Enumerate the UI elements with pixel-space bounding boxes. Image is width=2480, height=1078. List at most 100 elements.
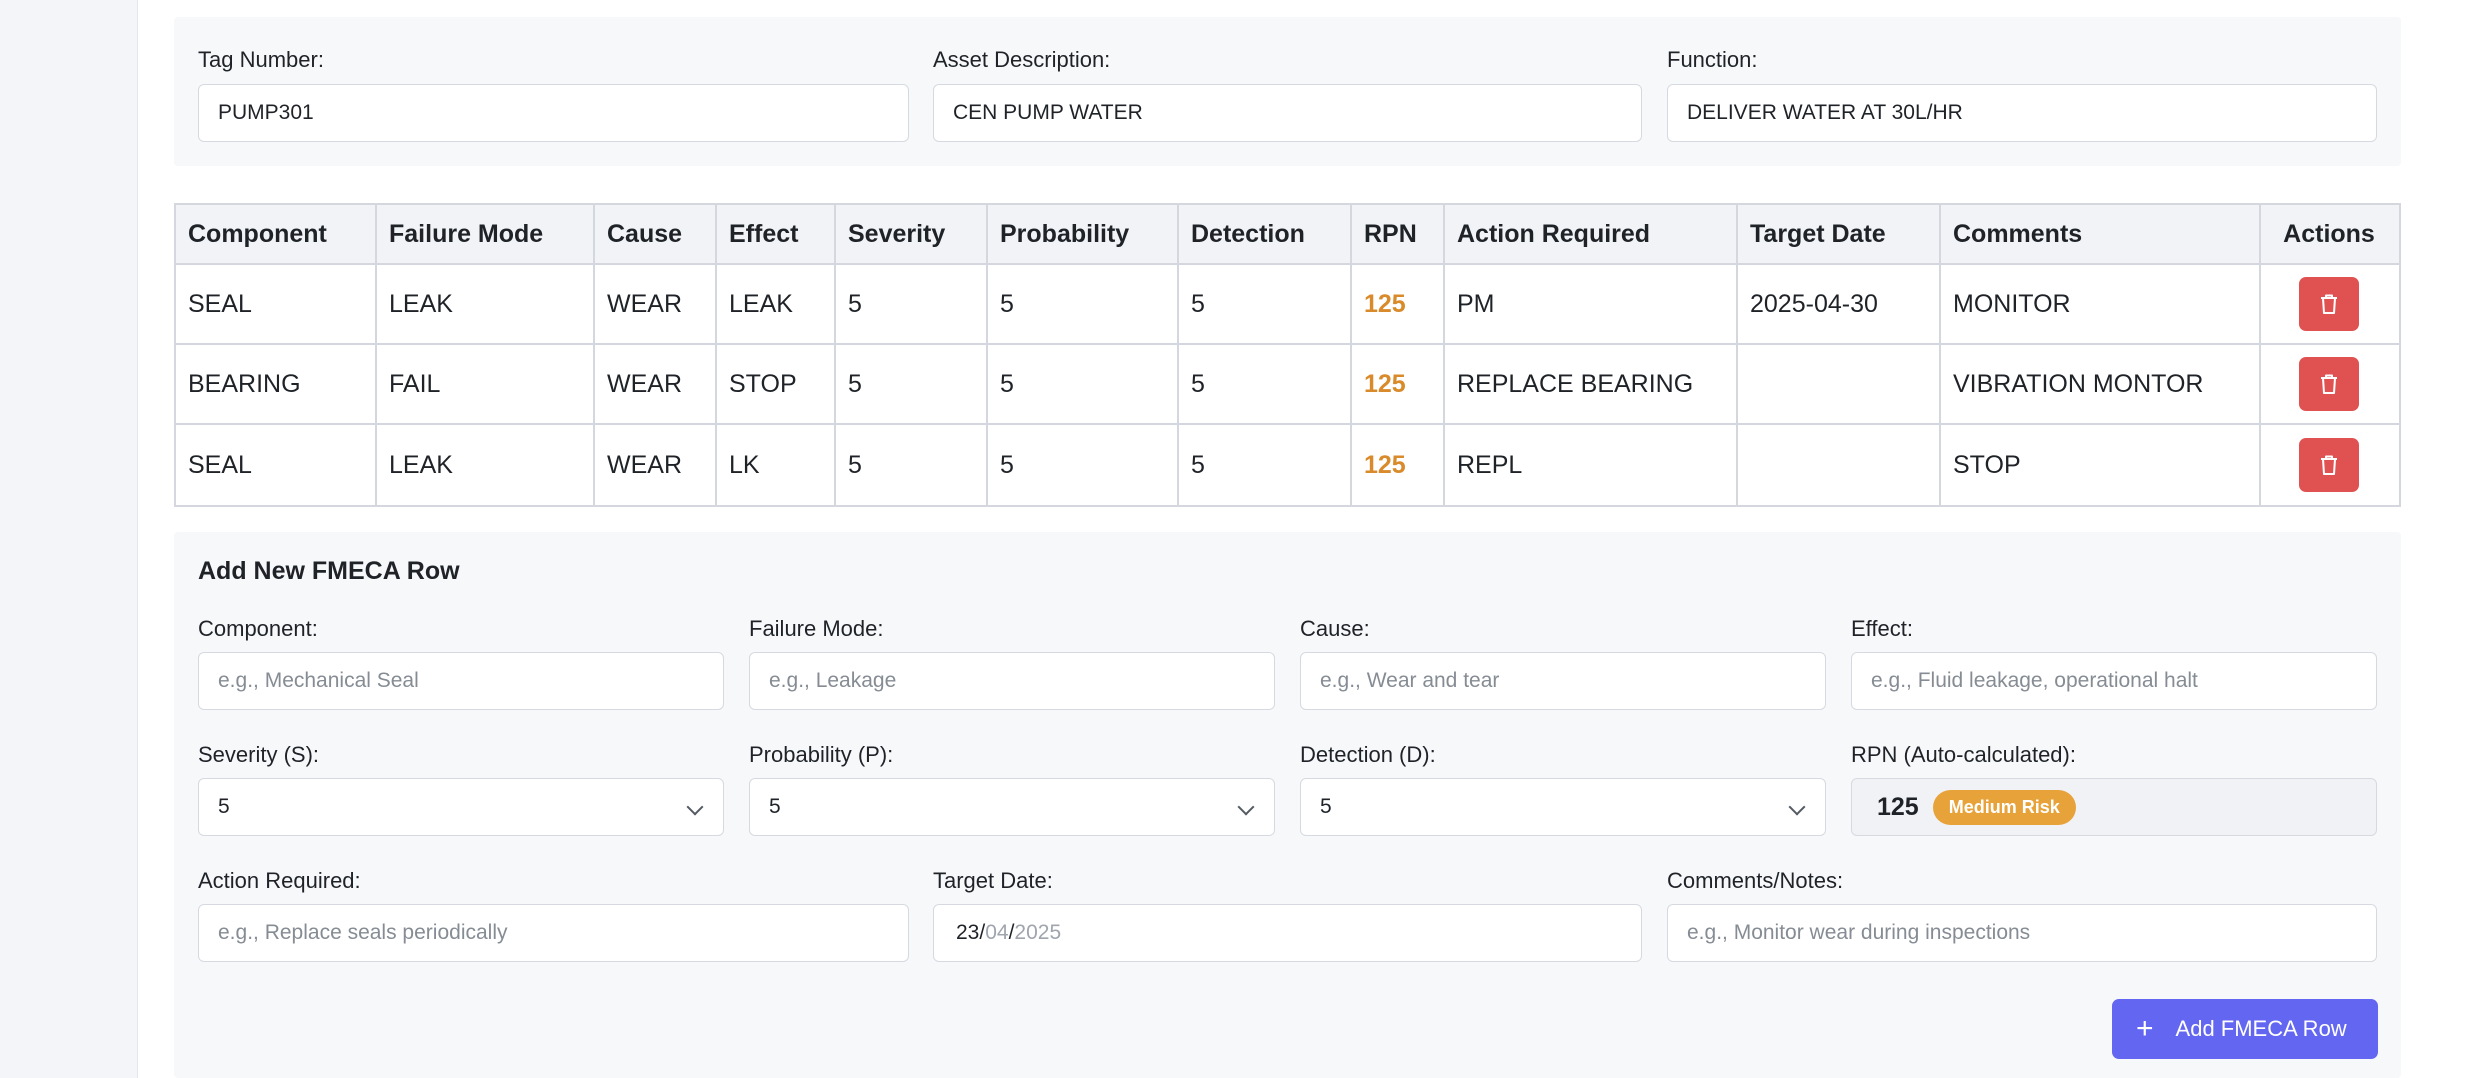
header-comments: Comments bbox=[1941, 205, 2261, 263]
cause-label: Cause: bbox=[1300, 616, 1370, 641]
cell-failure-mode: LEAK bbox=[377, 265, 595, 343]
component-label: Component: bbox=[198, 616, 318, 641]
severity-label: Severity (S): bbox=[198, 742, 320, 767]
add-fmeca-row-label: Add FMECA Row bbox=[2175, 1016, 2347, 1041]
comments-input[interactable]: e.g., Monitor wear during inspections bbox=[1667, 904, 2377, 962]
cell-severity: 5 bbox=[836, 345, 988, 423]
failure-mode-input[interactable]: e.g., Leakage bbox=[749, 652, 1275, 710]
cell-actions bbox=[2261, 345, 2397, 423]
cell-detection: 5 bbox=[1179, 265, 1352, 343]
function-input[interactable]: DELIVER WATER AT 30L/HR bbox=[1667, 84, 2377, 142]
header-target-date: Target Date bbox=[1738, 205, 1941, 263]
cell-action: REPL bbox=[1445, 425, 1738, 505]
cell-cause: WEAR bbox=[595, 345, 717, 423]
cell-cause: WEAR bbox=[595, 265, 717, 343]
effect-input[interactable]: e.g., Fluid leakage, operational halt bbox=[1851, 652, 2377, 710]
asset-description-input[interactable]: CEN PUMP WATER bbox=[933, 84, 1642, 142]
trash-icon bbox=[2321, 374, 2337, 394]
table-header-row: Component Failure Mode Cause Effect Seve… bbox=[176, 205, 2399, 265]
probability-label: Probability (P): bbox=[749, 742, 894, 767]
header-severity: Severity bbox=[836, 205, 988, 263]
detection-select[interactable]: 5 bbox=[1300, 778, 1826, 836]
header-detection: Detection bbox=[1179, 205, 1352, 263]
target-date-input[interactable]: 23/04/2025 bbox=[933, 904, 1642, 962]
cell-component: SEAL bbox=[176, 265, 377, 343]
chevron-down-icon bbox=[686, 798, 704, 816]
probability-select[interactable]: 5 bbox=[749, 778, 1275, 836]
cell-comments: VIBRATION MONTOR bbox=[1941, 345, 2261, 423]
failure-mode-label: Failure Mode: bbox=[749, 616, 884, 641]
delete-row-button[interactable] bbox=[2299, 277, 2359, 331]
table-row: BEARING FAIL WEAR STOP 5 5 5 125 REPLACE… bbox=[176, 345, 2399, 425]
header-actions: Actions bbox=[2283, 219, 2375, 248]
cell-rpn: 125 bbox=[1352, 425, 1445, 505]
cell-component: BEARING bbox=[176, 345, 377, 423]
add-fmeca-row-button[interactable]: + Add FMECA Row bbox=[2112, 999, 2378, 1059]
rpn-display: 125 Medium Risk bbox=[1851, 778, 2377, 836]
cell-rpn: 125 bbox=[1352, 265, 1445, 343]
plus-icon: + bbox=[2136, 1012, 2154, 1045]
cell-target-date: 2025-04-30 bbox=[1738, 265, 1941, 343]
cell-actions bbox=[2261, 425, 2397, 505]
date-month: 04 bbox=[985, 921, 1009, 944]
delete-row-button[interactable] bbox=[2299, 357, 2359, 411]
rpn-label: RPN (Auto-calculated): bbox=[1851, 742, 2076, 767]
cell-detection: 5 bbox=[1179, 425, 1352, 505]
cell-failure-mode: FAIL bbox=[377, 345, 595, 423]
cell-target-date bbox=[1738, 425, 1941, 505]
action-required-input[interactable]: e.g., Replace seals periodically bbox=[198, 904, 909, 962]
effect-label: Effect: bbox=[1851, 616, 1913, 641]
rpn-value: 125 bbox=[1877, 792, 1919, 821]
cell-actions bbox=[2261, 265, 2397, 343]
cell-severity: 5 bbox=[836, 265, 988, 343]
severity-select[interactable]: 5 bbox=[198, 778, 724, 836]
cell-severity: 5 bbox=[836, 425, 988, 505]
tag-number-input[interactable]: PUMP301 bbox=[198, 84, 909, 142]
cell-detection: 5 bbox=[1179, 345, 1352, 423]
table-row: SEAL LEAK WEAR LEAK 5 5 5 125 PM 2025-04… bbox=[176, 265, 2399, 345]
delete-row-button[interactable] bbox=[2299, 438, 2359, 492]
cell-action: PM bbox=[1445, 265, 1738, 343]
chevron-down-icon bbox=[1788, 798, 1806, 816]
cell-cause: WEAR bbox=[595, 425, 717, 505]
table-row: SEAL LEAK WEAR LK 5 5 5 125 REPL STOP bbox=[176, 425, 2399, 505]
date-day: 23 bbox=[956, 921, 980, 944]
header-action-required: Action Required bbox=[1445, 205, 1738, 263]
cell-effect: LEAK bbox=[717, 265, 836, 343]
action-required-label: Action Required: bbox=[198, 868, 361, 893]
header-probability: Probability bbox=[988, 205, 1179, 263]
cell-rpn: 125 bbox=[1352, 345, 1445, 423]
severity-value: 5 bbox=[218, 795, 230, 818]
asset-description-label: Asset Description: bbox=[933, 47, 1111, 72]
chevron-down-icon bbox=[1237, 798, 1255, 816]
cell-probability: 5 bbox=[988, 345, 1179, 423]
header-cause: Cause bbox=[595, 205, 717, 263]
detection-label: Detection (D): bbox=[1300, 742, 1436, 767]
trash-icon bbox=[2321, 455, 2337, 475]
cause-input[interactable]: e.g., Wear and tear bbox=[1300, 652, 1826, 710]
target-date-label: Target Date: bbox=[933, 868, 1053, 893]
cell-comments: MONITOR bbox=[1941, 265, 2261, 343]
component-input[interactable]: e.g., Mechanical Seal bbox=[198, 652, 724, 710]
cell-failure-mode: LEAK bbox=[377, 425, 595, 505]
header-effect: Effect bbox=[717, 205, 836, 263]
cell-effect: LK bbox=[717, 425, 836, 505]
cell-probability: 5 bbox=[988, 265, 1179, 343]
add-row-title: Add New FMECA Row bbox=[198, 557, 460, 585]
trash-icon bbox=[2321, 294, 2337, 314]
cell-probability: 5 bbox=[988, 425, 1179, 505]
detection-value: 5 bbox=[1320, 795, 1332, 818]
cell-comments: STOP bbox=[1941, 425, 2261, 505]
tag-number-label: Tag Number: bbox=[198, 47, 324, 72]
cell-effect: STOP bbox=[717, 345, 836, 423]
date-year: 2025 bbox=[1014, 921, 1062, 944]
header-failure-mode: Failure Mode bbox=[377, 205, 595, 263]
fmeca-table: Component Failure Mode Cause Effect Seve… bbox=[174, 203, 2401, 507]
function-label: Function: bbox=[1667, 47, 1758, 72]
comments-label: Comments/Notes: bbox=[1667, 868, 1844, 893]
cell-component: SEAL bbox=[176, 425, 377, 505]
cell-action: REPLACE BEARING bbox=[1445, 345, 1738, 423]
header-component: Component bbox=[176, 205, 377, 263]
header-rpn: RPN bbox=[1352, 205, 1445, 263]
cell-target-date bbox=[1738, 345, 1941, 423]
